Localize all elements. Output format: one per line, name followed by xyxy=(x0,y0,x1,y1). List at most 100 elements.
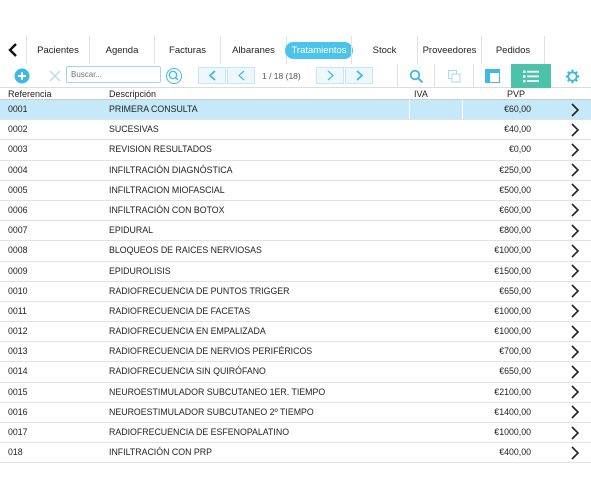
table-row[interactable]: 0010 RADIOFRECUENCIA DE PUNTOS TRIGGER €65… xyxy=(0,281,591,302)
cell-iva xyxy=(409,281,463,301)
cell-pvp: €1400,00 xyxy=(494,406,531,417)
prev-button[interactable] xyxy=(227,67,255,84)
tab-label: Stock xyxy=(372,44,397,56)
row-detail-button[interactable] xyxy=(568,100,582,119)
tab-tratamientos[interactable]: Tratamientos xyxy=(285,36,353,64)
settings-button[interactable] xyxy=(561,64,583,88)
row-detail-button[interactable] xyxy=(568,282,582,301)
table-header: Referencia Descripción IVA PVP xyxy=(0,88,591,100)
table-row[interactable]: 0005 INFILTRACION MIOFASCIAL €500,00 xyxy=(0,180,591,201)
row-detail-button[interactable] xyxy=(568,322,582,341)
cell-descripcion: INFILTRACION MIOFASCIAL xyxy=(109,184,225,195)
tab-pedidos[interactable]: Pedidos xyxy=(481,36,545,64)
cell-descripcion: EPIDURAL xyxy=(109,225,153,236)
next-button[interactable] xyxy=(316,67,344,84)
cell-iva xyxy=(409,342,463,362)
cell-pvp: €650,00 xyxy=(499,285,531,296)
table-row[interactable]: 0011 RADIOFRECUENCIA DE FACETAS €1000,00 xyxy=(0,301,591,323)
table-row[interactable]: 0006 INFILTRACIÓN CON BOTOX €600,00 xyxy=(0,200,591,222)
table-row[interactable]: 0009 EPIDUROLISIS €1500,00 xyxy=(0,261,591,282)
header-iva[interactable]: IVA xyxy=(414,88,428,100)
row-detail-button[interactable] xyxy=(568,241,582,260)
find-button[interactable] xyxy=(405,64,427,88)
search-button[interactable] xyxy=(163,64,185,88)
divider xyxy=(397,64,398,88)
cell-pvp: €650,00 xyxy=(499,366,531,377)
next-page-button[interactable] xyxy=(345,67,373,84)
search-icon xyxy=(409,69,423,83)
table-row[interactable]: 0003 REVISION RESULTADOS €0,00 xyxy=(0,140,591,161)
cell-referencia: 0010 xyxy=(8,285,28,296)
cell-iva xyxy=(409,301,463,321)
cell-iva xyxy=(409,443,463,463)
clear-search-button[interactable] xyxy=(45,64,65,88)
table-row[interactable]: 0015 NEUROESTIMULADOR SUBCUTANEO 1ER. TIE… xyxy=(0,382,591,403)
list-view-icon xyxy=(523,70,539,82)
cell-pvp: €250,00 xyxy=(499,164,531,175)
table-row[interactable]: 0007 EPIDURAL €800,00 xyxy=(0,221,591,242)
tab-stock[interactable]: Stock xyxy=(351,36,417,64)
cell-pvp: €60,00 xyxy=(504,104,531,114)
back-button[interactable] xyxy=(0,36,26,64)
row-detail-button[interactable] xyxy=(568,181,582,200)
cell-descripcion: RADIOFRECUENCIA DE PUNTOS TRIGGER xyxy=(109,285,290,296)
tab-facturas[interactable]: Facturas xyxy=(154,36,220,64)
table-row[interactable]: 018 INFILTRACIÓN CON PRP €400,00 xyxy=(0,443,591,464)
cell-descripcion: BLOQUEOS DE RAICES NERVIOSAS xyxy=(109,245,262,256)
list-view-button[interactable] xyxy=(511,64,551,88)
header-pvp[interactable]: PVP xyxy=(507,88,525,100)
tab-albaranes[interactable]: Albaranes xyxy=(220,36,286,64)
row-detail-button[interactable] xyxy=(568,342,582,361)
cell-iva xyxy=(409,382,463,402)
table-row[interactable]: 0001 PRIMERA CONSULTA €60,00 xyxy=(0,100,591,121)
row-detail-button[interactable] xyxy=(568,362,582,381)
table-row[interactable]: 0014 RADIOFRECUENCIA SIN QUIRÓFANO €650,00 xyxy=(0,362,591,383)
cell-referencia: 0012 xyxy=(8,326,28,337)
cell-referencia: 0016 xyxy=(8,406,28,417)
table-row[interactable]: 0004 INFILTRACIÓN DIAGNÓSTICA €250,00 xyxy=(0,160,591,181)
table-view-button[interactable] xyxy=(481,64,503,88)
cell-referencia: 0005 xyxy=(8,184,28,195)
search-input[interactable] xyxy=(66,66,161,83)
row-detail-button[interactable] xyxy=(568,423,582,442)
row-detail-button[interactable] xyxy=(568,201,582,220)
row-detail-button[interactable] xyxy=(568,140,582,159)
add-button[interactable] xyxy=(12,64,32,88)
cell-descripcion: PRIMERA CONSULTA xyxy=(109,104,198,114)
prev-page-button[interactable] xyxy=(198,67,226,84)
table-row[interactable]: 0008 BLOQUEOS DE RAICES NERVIOSAS €1000,00 xyxy=(0,241,591,262)
cell-descripcion: RADIOFRECUENCIA EN EMPALIZADA xyxy=(109,326,266,337)
cell-iva xyxy=(409,241,463,261)
header-referencia[interactable]: Referencia xyxy=(8,88,52,100)
row-detail-button[interactable] xyxy=(568,161,582,180)
cell-descripcion: RADIOFRECUENCIA DE NERVIOS PERIFÉRICOS xyxy=(109,346,313,357)
chevron-right-icon xyxy=(571,183,580,197)
cell-descripcion: INFILTRACIÓN DIAGNÓSTICA xyxy=(109,164,233,175)
row-detail-button[interactable] xyxy=(568,120,582,139)
row-detail-button[interactable] xyxy=(568,221,582,240)
table-row[interactable]: 0017 RADIOFRECUENCIA DE ESFENOPALATINO €10… xyxy=(0,423,591,444)
cell-referencia: 0007 xyxy=(8,225,28,236)
tab-label: Proveedores xyxy=(422,44,477,56)
chevron-right-icon xyxy=(571,385,580,399)
chevron-left-icon xyxy=(8,43,17,57)
table-row[interactable]: 0012 RADIOFRECUENCIA EN EMPALIZADA €1000,0… xyxy=(0,322,591,343)
row-detail-button[interactable] xyxy=(568,262,582,281)
tab-agenda[interactable]: Agenda xyxy=(89,36,154,64)
tab-pacientes[interactable]: Pacientes xyxy=(26,36,89,64)
cell-iva xyxy=(409,120,463,140)
chevron-right-icon xyxy=(571,405,580,419)
cell-descripcion: RADIOFRECUENCIA SIN QUIRÓFANO xyxy=(109,366,266,377)
tab-label: Facturas xyxy=(169,44,206,56)
row-detail-button[interactable] xyxy=(568,443,582,462)
row-detail-button[interactable] xyxy=(568,403,582,422)
table-row[interactable]: 0016 NEUROESTIMULADOR SUBCUTANEO 2º TIEMP… xyxy=(0,402,591,423)
row-detail-button[interactable] xyxy=(568,383,582,402)
tab-proveedores[interactable]: Proveedores xyxy=(417,36,481,64)
header-descripcion[interactable]: Descripción xyxy=(109,88,156,100)
table-row[interactable]: 0013 RADIOFRECUENCIA DE NERVIOS PERIFÉRIC… xyxy=(0,342,591,363)
row-detail-button[interactable] xyxy=(568,302,582,321)
table-row[interactable]: 0002 SUCESIVAS €40,00 xyxy=(0,120,591,141)
cell-iva xyxy=(409,322,463,342)
copy-button[interactable] xyxy=(443,64,465,88)
